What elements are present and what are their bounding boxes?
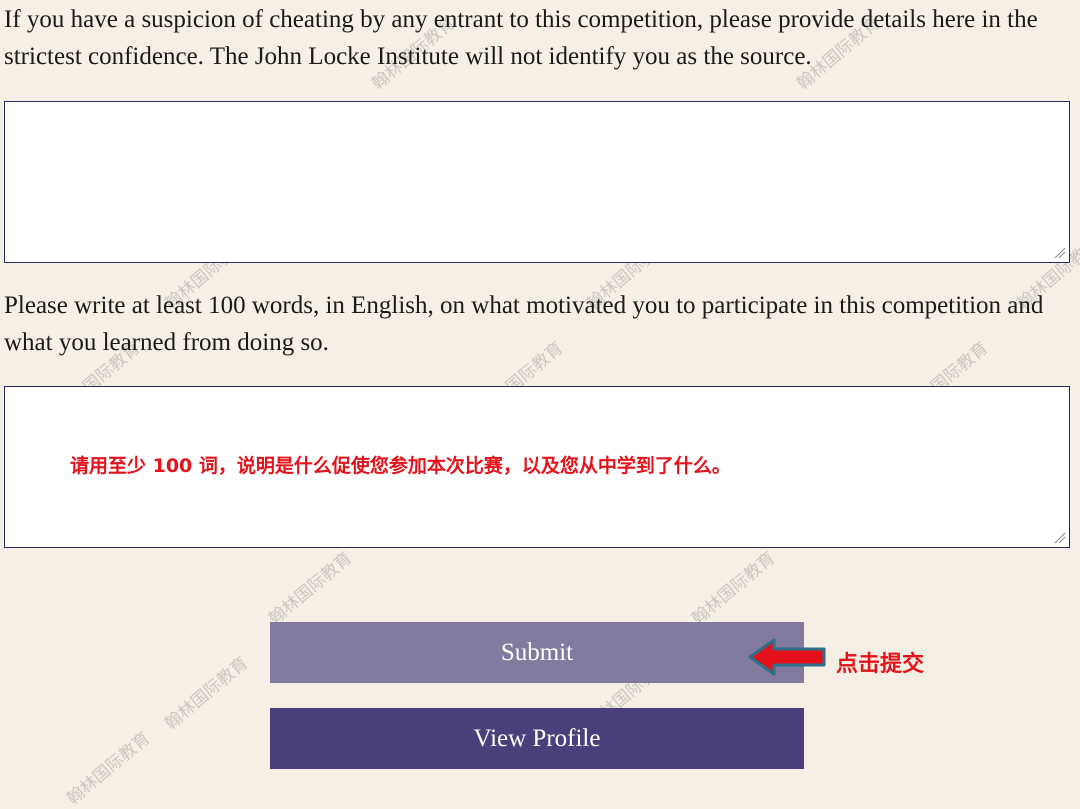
cheating-prompt-text: If you have a suspicion of cheating by a… bbox=[4, 6, 1038, 70]
submit-hint-annotation: 点击提交 bbox=[836, 652, 925, 677]
watermark-text: 翰林国际教育 bbox=[688, 548, 780, 630]
motivation-prompt-text: Please write at least 100 words, in Engl… bbox=[4, 292, 1044, 356]
cheating-details-textarea[interactable] bbox=[4, 101, 1070, 263]
watermark-text: 翰林国际教育 bbox=[265, 548, 357, 630]
view-profile-button[interactable]: View Profile bbox=[270, 708, 804, 769]
left-arrow-icon bbox=[748, 638, 826, 676]
resize-grip-icon[interactable] bbox=[1054, 247, 1066, 259]
motivation-translation-annotation: 请用至少 100 词，说明是什么促使您参加本次比赛，以及您从中学到了什么。 bbox=[70, 455, 731, 477]
watermark-text: 翰林国际教育 bbox=[161, 653, 253, 735]
submit-button[interactable]: Submit bbox=[270, 622, 804, 683]
resize-grip-icon[interactable] bbox=[1054, 532, 1066, 544]
watermark-text: 翰林国际教育 bbox=[63, 728, 155, 809]
